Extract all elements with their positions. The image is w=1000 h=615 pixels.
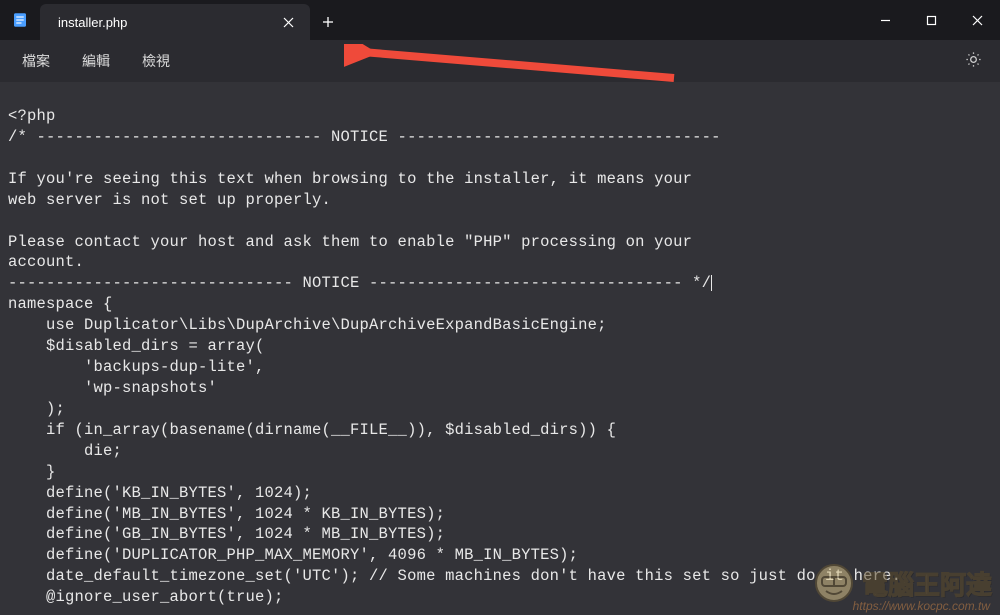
- code-line: date_default_timezone_set('UTC'); // Som…: [8, 567, 901, 585]
- plus-icon: [322, 16, 334, 28]
- code-line: use Duplicator\Libs\DupArchive\DupArchiv…: [8, 316, 607, 334]
- close-tab-button[interactable]: [280, 14, 296, 30]
- code-line: namespace {: [8, 295, 113, 313]
- menu-view[interactable]: 檢視: [126, 45, 186, 77]
- code-line: define('KB_IN_BYTES', 1024);: [8, 484, 312, 502]
- notepad-icon: [11, 11, 29, 29]
- minimize-icon: [880, 15, 891, 26]
- code-line: Please contact your host and ask them to…: [8, 233, 692, 251]
- close-window-button[interactable]: [954, 0, 1000, 40]
- close-icon: [972, 15, 983, 26]
- code-line: @ignore_user_abort(true);: [8, 588, 284, 606]
- menu-edit[interactable]: 編輯: [66, 45, 126, 77]
- code-line: ------------------------------ NOTICE --…: [8, 274, 711, 292]
- app-icon: [0, 0, 40, 40]
- code-line: define('DUPLICATOR_PHP_MAX_MEMORY', 4096…: [8, 546, 578, 564]
- code-line: web server is not set up properly.: [8, 191, 331, 209]
- code-line: die;: [8, 442, 122, 460]
- minimize-button[interactable]: [862, 0, 908, 40]
- code-line: /* ------------------------------ NOTICE…: [8, 128, 721, 146]
- editor-area[interactable]: <?php /* ------------------------------ …: [0, 82, 1000, 615]
- maximize-button[interactable]: [908, 0, 954, 40]
- code-line: );: [8, 400, 65, 418]
- code-line: define('GB_IN_BYTES', 1024 * MB_IN_BYTES…: [8, 525, 445, 543]
- window-controls: [862, 0, 1000, 40]
- gear-icon: [965, 51, 982, 68]
- code-line: account.: [8, 253, 84, 271]
- code-line: $disabled_dirs = array(: [8, 337, 265, 355]
- settings-button[interactable]: [953, 45, 994, 77]
- new-tab-button[interactable]: [310, 4, 346, 40]
- code-line: 'wp-snapshots': [8, 379, 217, 397]
- code-line: }: [8, 463, 56, 481]
- menubar: 檔案 編輯 檢視: [0, 40, 1000, 82]
- code-line: define('MB_IN_BYTES', 1024 * KB_IN_BYTES…: [8, 505, 445, 523]
- code-line: if (in_array(basename(dirname(__FILE__))…: [8, 421, 616, 439]
- code-line: 'backups-dup-lite',: [8, 358, 265, 376]
- tab-active[interactable]: installer.php: [40, 4, 310, 40]
- code-line: <?php: [8, 107, 56, 125]
- code-line: If you're seeing this text when browsing…: [8, 170, 692, 188]
- tab-title: installer.php: [54, 15, 280, 30]
- text-cursor: [711, 275, 712, 291]
- titlebar: installer.php: [0, 0, 1000, 40]
- tab-strip: installer.php: [40, 0, 346, 40]
- menu-file[interactable]: 檔案: [6, 45, 66, 77]
- close-icon: [283, 17, 294, 28]
- maximize-icon: [926, 15, 937, 26]
